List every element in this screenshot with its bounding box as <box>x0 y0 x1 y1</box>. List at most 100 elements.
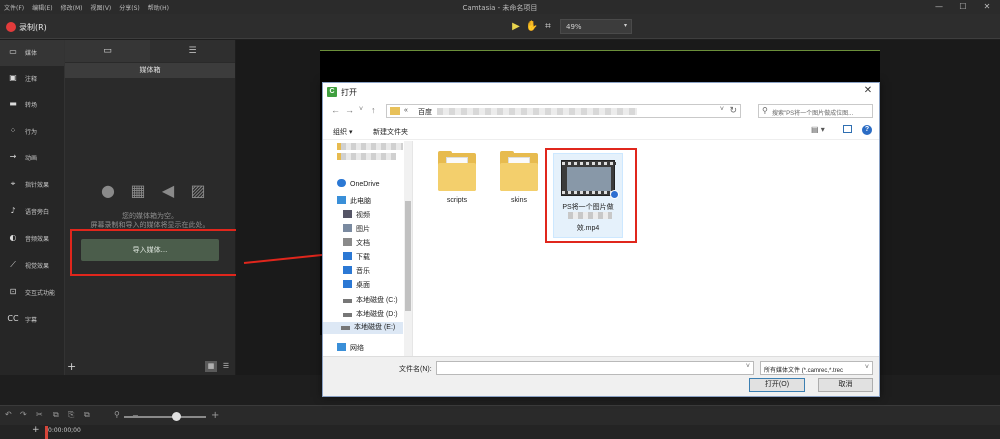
nav-item-music[interactable]: 音乐 <box>343 266 370 276</box>
media-bin-panel: ▭ ☰ 媒体箱 ● ▦ ◀ ▨ 您的媒体箱为空。 屏幕录制和导入的媒体将显示在此处。 … <box>65 40 235 375</box>
nav-item-label: 本地磁盘 (D:) <box>356 311 398 318</box>
sidebar-item-label: 指针效果 <box>25 182 50 189</box>
transition-icon: ▬ <box>9 99 17 108</box>
chevron-down-icon[interactable]: ˅ <box>746 363 750 370</box>
sidebar-item-captions[interactable]: CC 字幕 <box>0 307 64 333</box>
timeline-zoom-slider[interactable] <box>124 416 206 418</box>
breadcrumb-overflow[interactable]: « <box>404 107 408 114</box>
sidebar-item-label: 视觉效果 <box>25 263 50 270</box>
tab-library[interactable]: ☰ <box>150 40 235 62</box>
sidebar-item-visual-effects[interactable]: ⟋ 视觉效果 <box>0 253 64 279</box>
chevron-down-icon: ˅ <box>864 364 869 371</box>
crop-tool-icon[interactable]: ⌗ <box>540 19 556 35</box>
list-view-icon[interactable]: ☰ <box>220 361 232 372</box>
undo-icon[interactable]: ↶ <box>5 410 12 419</box>
network-icon <box>337 343 346 351</box>
pan-tool-icon[interactable]: ✋ <box>524 19 540 35</box>
file-name: scripts <box>446 197 468 204</box>
nav-item-documents[interactable]: 文档 <box>343 238 370 248</box>
select-tool-icon[interactable]: ▶ <box>508 19 524 35</box>
copy-icon[interactable]: ⧉ <box>53 410 59 420</box>
pictures-folder-icon <box>343 224 352 232</box>
add-track-icon[interactable]: + <box>32 425 40 435</box>
camtasia-icon: C <box>327 87 337 97</box>
command-bar: 组织 ▾ 新建文件夹 ▤ ▾ ? <box>323 122 879 140</box>
sidebar-item-annotations[interactable]: ▣ 注释 <box>0 66 64 92</box>
nav-item-label: 本地磁盘 (E:) <box>354 324 396 331</box>
sidebar-item-audio-effects[interactable]: ◐ 音频效果 <box>0 226 64 252</box>
microphone-icon: ♪ <box>10 206 16 215</box>
tab-media-bin[interactable]: ▭ <box>65 40 150 62</box>
sidebar-item-voice-narration[interactable]: ♪ 语音旁白 <box>0 199 64 225</box>
redo-icon[interactable]: ↷ <box>20 410 27 419</box>
sidebar-item-media[interactable]: ▭ 媒体 <box>0 40 64 66</box>
cut-icon[interactable]: ✂ <box>36 410 43 419</box>
sidebar-item-transitions[interactable]: ▬ 转场 <box>0 92 64 118</box>
nav-item-label: 网络 <box>350 345 364 352</box>
search-icon: ⚲ <box>762 106 768 115</box>
minimize-button[interactable]: — <box>928 0 950 14</box>
nav-item-label: 音乐 <box>356 268 370 275</box>
sidebar-item-cursor-effects[interactable]: ⌖ 指针效果 <box>0 172 64 198</box>
address-bar-row: ← → ˅ ↑ « 百度 ˅ ↻ ⚲ 搜索"PS将一个图片做成位图... <box>323 102 879 120</box>
nav-item-this-pc[interactable]: 此电脑 <box>337 196 371 206</box>
view-options-icon[interactable]: ▤ ▾ <box>811 125 825 134</box>
up-folder-icon[interactable]: ↑ <box>371 105 376 115</box>
onedrive-icon <box>337 179 346 187</box>
split-icon[interactable]: ⧉ <box>84 410 90 420</box>
add-icon[interactable]: + <box>67 360 76 373</box>
nav-item-network[interactable]: 网络 <box>337 343 364 353</box>
folder-item-scripts[interactable]: scripts <box>427 151 487 204</box>
dialog-close-button[interactable]: ✕ <box>861 85 875 97</box>
cancel-button[interactable]: 取消 <box>818 378 873 392</box>
dialog-title: 打开 <box>341 88 357 97</box>
nav-item-onedrive[interactable]: OneDrive <box>337 179 380 188</box>
folder-icon <box>390 107 400 115</box>
search-input[interactable]: ⚲ 搜索"PS将一个图片做成位图... <box>758 104 873 118</box>
close-button[interactable]: ✕ <box>976 0 998 14</box>
nav-item-label: 视频 <box>356 212 370 219</box>
chevron-down-icon[interactable]: ˅ <box>720 106 724 113</box>
refresh-icon[interactable]: ↻ <box>729 105 737 116</box>
app-title: Camtasia - 未命名项目 <box>462 4 538 12</box>
interactive-icon: ⊡ <box>9 287 17 296</box>
nav-item-videos[interactable]: 视频 <box>343 210 370 220</box>
nav-item-drive-c[interactable]: 本地磁盘 (C:) <box>343 295 398 305</box>
nav-item-desktop[interactable]: 桌面 <box>343 280 370 290</box>
paste-icon[interactable]: ⎘ <box>68 410 74 420</box>
sidebar-item-label: 注释 <box>25 76 38 83</box>
record-button[interactable]: 录制(R) <box>19 22 47 33</box>
breadcrumb-item[interactable]: 百度 <box>418 107 432 117</box>
sidebar-item-behaviors[interactable]: ⁘ 行为 <box>0 119 64 145</box>
highlight-box <box>545 148 637 243</box>
help-icon[interactable]: ? <box>862 125 872 135</box>
grid-view-icon[interactable]: ▦ <box>205 361 217 372</box>
nav-item-drive-e[interactable]: 本地磁盘 (E:) <box>323 322 403 334</box>
nav-item-drive-d[interactable]: 本地磁盘 (D:) <box>343 309 398 319</box>
zoom-select[interactable]: 49% ▾ <box>560 19 632 34</box>
organize-button[interactable]: 组织 ▾ <box>333 127 352 137</box>
blurred-path <box>437 108 637 115</box>
address-bar[interactable]: « 百度 ˅ ↻ <box>386 104 741 118</box>
sidebar-item-label: 交互式功能 <box>25 290 56 297</box>
sidebar-item-interactivity[interactable]: ⊡ 交互式功能 <box>0 280 64 306</box>
recent-locations-icon[interactable]: ˅ <box>359 106 363 113</box>
maximize-button[interactable]: ☐ <box>952 0 974 14</box>
preview-pane-icon[interactable] <box>843 125 852 133</box>
sidebar-item-animations[interactable]: → 动画 <box>0 145 64 171</box>
filename-field[interactable]: ˅ <box>436 361 754 375</box>
folder-item-skins[interactable]: skins <box>489 151 549 204</box>
nav-scrollbar-thumb[interactable] <box>405 201 411 311</box>
open-button[interactable]: 打开(O) <box>749 378 805 392</box>
back-icon[interactable]: ← <box>331 105 340 115</box>
image-icon: ▨ <box>190 181 206 200</box>
captions-icon: CC <box>7 314 19 323</box>
record-icon[interactable] <box>6 22 16 32</box>
file-type-select[interactable]: 所有媒体文件 (*.camrec,*.trec ˅ <box>760 361 873 375</box>
timeline-zoom-knob[interactable] <box>172 412 181 421</box>
zoom-in-icon[interactable]: + <box>211 410 219 421</box>
nav-item-downloads[interactable]: 下载 <box>343 252 370 262</box>
forward-icon[interactable]: → <box>345 105 354 115</box>
new-folder-button[interactable]: 新建文件夹 <box>373 127 408 137</box>
nav-item-pictures[interactable]: 图片 <box>343 224 370 234</box>
